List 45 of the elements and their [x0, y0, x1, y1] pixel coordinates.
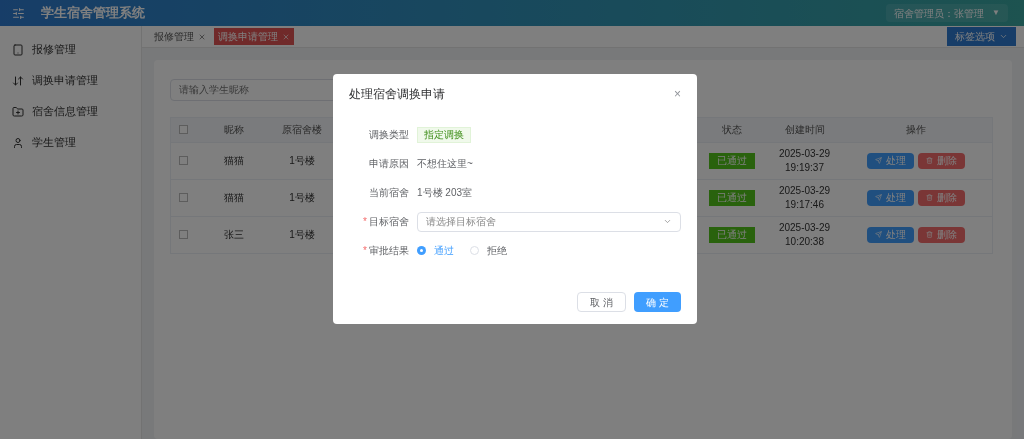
app-title: 学生宿舍管理系统	[41, 4, 145, 23]
table-cell-text: 1号楼	[288, 154, 316, 168]
field-label: 当前宿舍	[369, 186, 409, 200]
field-label: 申请原因	[369, 157, 409, 171]
dialog-title: 处理宿舍调换申请	[349, 86, 445, 103]
sidebar-item[interactable]: 学生管理	[0, 127, 141, 158]
required-mark: *	[363, 244, 367, 258]
radio-option[interactable]: 通过	[417, 243, 454, 258]
process-button[interactable]: 处理	[867, 189, 914, 206]
field-value: 1号楼 203室	[417, 186, 473, 200]
status-tag: 已通过	[708, 226, 755, 243]
process-button[interactable]: 处理	[867, 152, 914, 169]
status-tag: 已通过	[708, 189, 755, 206]
table-cell-text: 张三	[223, 228, 245, 242]
required-mark: *	[363, 215, 367, 229]
field-label: 审批结果	[369, 244, 409, 258]
column-header: 昵称	[223, 123, 245, 137]
sidebar-item[interactable]: 宿舍信息管理	[0, 96, 141, 127]
table-cell-text: 猫猫	[223, 191, 245, 205]
table-cell-text: 1号楼	[288, 228, 316, 242]
table-cell-text: 2025-03-29 10:20:38	[777, 220, 832, 249]
column-header: 状态	[720, 123, 743, 137]
radio-option[interactable]: 拒绝	[470, 243, 507, 258]
table-cell-text: 2025-03-29 19:19:37	[777, 146, 832, 175]
field-value: 不想住这里~	[417, 157, 473, 171]
type-tag: 指定调换	[417, 126, 471, 143]
select-field[interactable]: 请选择目标宿舍	[417, 211, 681, 232]
table-cell-text: 1号楼	[288, 191, 316, 205]
field-label: 目标宿舍	[369, 215, 409, 229]
cancel-button[interactable]: 取 消	[577, 292, 627, 312]
confirm-button[interactable]: 确 定	[634, 292, 681, 312]
column-header: 原宿舍楼	[281, 123, 323, 137]
close-button[interactable]: ×	[674, 85, 681, 103]
page-tab[interactable]: 调换申请管理	[214, 28, 294, 45]
column-header: 操作	[905, 123, 927, 137]
page-tab[interactable]: 报修管理	[150, 28, 210, 45]
table-cell-text: 猫猫	[223, 154, 245, 168]
column-header: 创建时间	[783, 123, 826, 137]
table-cell-text: 2025-03-29 19:17:46	[777, 183, 832, 212]
status-tag: 已通过	[708, 152, 755, 169]
sidebar-item[interactable]: 调换申请管理	[0, 65, 141, 96]
field-label: 调换类型	[369, 128, 409, 142]
sidebar-item[interactable]: 报修管理	[0, 34, 141, 65]
process-button[interactable]: 处理	[867, 226, 914, 243]
tab-options-button[interactable]: 标签选项	[947, 27, 1016, 46]
